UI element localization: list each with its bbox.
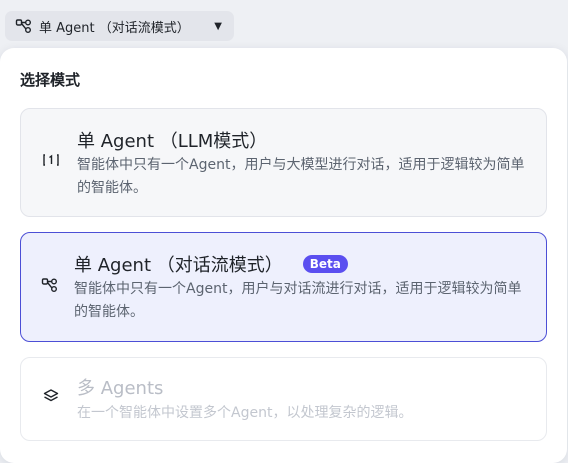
option-title: 单 Agent （对话流模式） Beta: [74, 251, 348, 277]
option-title: 单 Agent （LLM模式）: [77, 131, 268, 152]
option-multi-agents[interactable]: 多 Agents 在一个智能体中设置多个Agent，以处理复杂的逻辑。: [20, 357, 547, 441]
layers-icon: [42, 387, 60, 405]
option-title-text: 单 Agent （对话流模式）: [74, 255, 283, 276]
option-description: 智能体中只有一个Agent，用户与大模型进行对话，适用于逻辑较为简单的智能体。: [77, 157, 525, 196]
mode-dropdown-panel: 选择模式 单 Agent （LLM模式） 智能体中只有一个Agent，用户与大模…: [0, 48, 567, 463]
option-single-agent-workflow[interactable]: 单 Agent （对话流模式） Beta 智能体中只有一个Agent，用户与对话…: [20, 232, 547, 342]
workflow-icon: [15, 17, 33, 35]
option-single-agent-llm[interactable]: 单 Agent （LLM模式） 智能体中只有一个Agent，用户与大模型进行对话…: [20, 108, 547, 217]
workflow-icon: [41, 276, 59, 294]
option-title: 多 Agents: [77, 378, 164, 399]
option-description: 在一个智能体中设置多个Agent，以处理复杂的逻辑。: [77, 405, 413, 421]
panel-title: 选择模式: [20, 71, 81, 89]
mode-select-label: 单 Agent （对话流模式）: [39, 20, 190, 36]
single-agent-icon: [42, 151, 60, 169]
chevron-down-icon: ▼: [214, 20, 222, 32]
mode-select-trigger[interactable]: 单 Agent （对话流模式） ▼: [5, 11, 234, 41]
option-description: 智能体中只有一个Agent，用户与对话流进行对话，适用于逻辑较为简单的智能体。: [74, 281, 522, 320]
beta-badge: Beta: [302, 255, 348, 273]
